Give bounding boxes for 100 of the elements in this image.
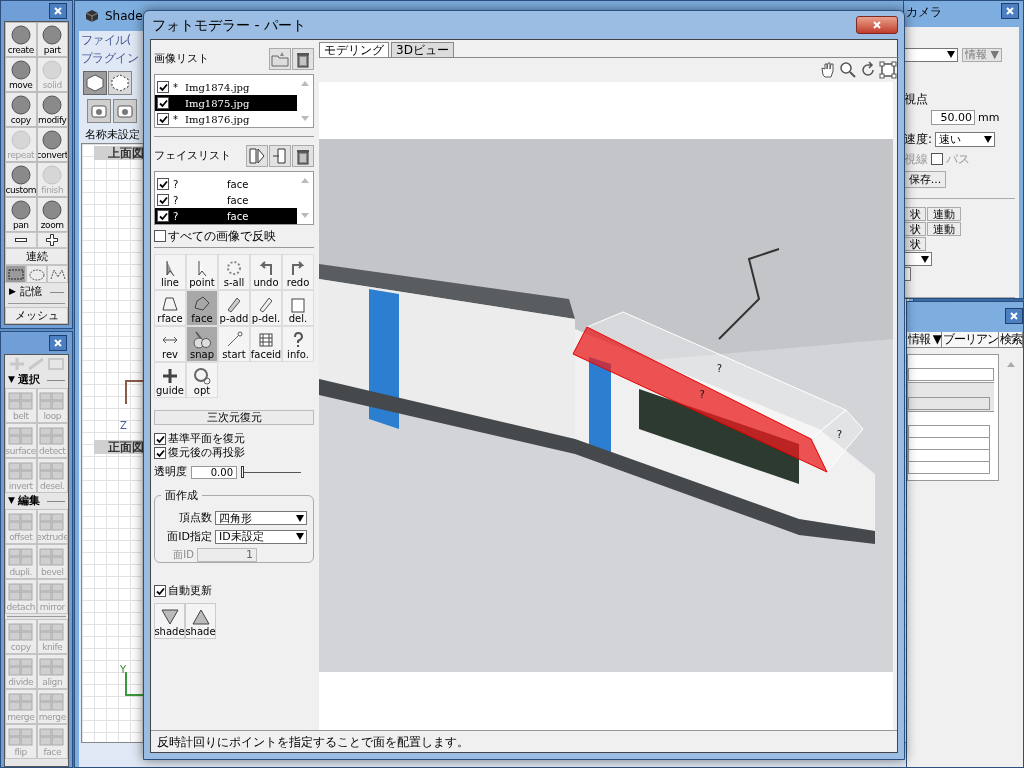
section-label: 選択 (17, 371, 40, 388)
opacity-field[interactable]: 0.00 (191, 465, 237, 479)
list-row[interactable]: ? face (155, 176, 297, 192)
flip-face-button[interactable] (269, 145, 291, 167)
list-row[interactable]: ? face (155, 208, 297, 224)
rotate-icon[interactable] (859, 61, 877, 79)
continuous-button[interactable]: 連続 (5, 248, 68, 265)
collapse-arrow[interactable]: ▼ (8, 494, 15, 508)
window-title: Shade (105, 8, 143, 25)
tool-button[interactable]: snap (186, 326, 218, 362)
dropdown[interactable] (904, 47, 958, 62)
camera-tool-button[interactable] (113, 99, 137, 123)
tool-button[interactable]: faceid (250, 326, 282, 362)
close-button[interactable] (1001, 3, 1019, 19)
slider[interactable] (241, 466, 301, 478)
tool-button[interactable]: p-del. (250, 290, 282, 326)
checkbox[interactable] (157, 178, 169, 190)
tool-button[interactable]: opt (186, 362, 218, 398)
save-button[interactable]: 保存... (904, 171, 946, 188)
dropdown[interactable]: 四角形 (215, 511, 307, 526)
close-button[interactable] (49, 3, 67, 19)
list-row[interactable]: ? face (155, 192, 297, 208)
checkbox[interactable] (931, 153, 943, 165)
mesh-button[interactable]: メッシュ (5, 307, 68, 324)
checkbox[interactable] (157, 113, 169, 125)
shade-button[interactable]: shade (154, 603, 185, 639)
tool-button[interactable]: guide (154, 362, 186, 398)
tool-button[interactable]: create (5, 22, 37, 57)
camera-tool-button[interactable] (87, 99, 111, 123)
checkbox[interactable] (157, 210, 169, 222)
wireframe-tool-button[interactable] (108, 71, 132, 95)
tool-button[interactable]: redo (282, 254, 314, 290)
checkbox[interactable] (154, 585, 166, 597)
close-button[interactable] (1005, 308, 1023, 324)
shape-button[interactable]: 状 (904, 222, 926, 236)
frame-icon[interactable] (879, 61, 897, 79)
hand-icon[interactable] (819, 61, 837, 79)
distance-field[interactable]: 50.00 (931, 110, 975, 126)
dropdown[interactable] (904, 252, 932, 266)
tool-button[interactable]: undo (250, 254, 282, 290)
link-button[interactable]: 連動 (927, 222, 961, 236)
tab[interactable]: ブーリアン (942, 332, 1000, 347)
tool-button[interactable]: convert (36, 127, 68, 162)
checkbox[interactable] (154, 230, 166, 242)
tool-button[interactable]: custom (5, 162, 37, 197)
collapse-arrow[interactable]: ▼ (8, 373, 15, 387)
tool-button[interactable]: part (36, 22, 68, 57)
tool-button[interactable]: modify (36, 92, 68, 127)
reconstruct-button[interactable]: 三次元復元 (154, 410, 314, 425)
checkbox[interactable] (154, 447, 166, 459)
tab[interactable]: モデリング (319, 42, 389, 57)
tool-button[interactable]: pan (5, 197, 37, 232)
tool-button[interactable]: p-add (218, 290, 250, 326)
unit-label: mm (978, 109, 1000, 126)
select-mode-button[interactable] (47, 265, 68, 283)
tool-button[interactable]: copy (5, 92, 37, 127)
close-icon (873, 21, 881, 29)
link-button[interactable]: 連動 (927, 207, 961, 221)
dropdown[interactable]: ID未設定 (215, 529, 307, 544)
plus-button[interactable] (36, 232, 68, 248)
menu-item[interactable]: プラグイン (81, 49, 138, 67)
tab[interactable]: 情報 ▼ (907, 332, 943, 347)
tool-button[interactable]: line (154, 254, 186, 290)
checkbox[interactable] (157, 97, 169, 109)
tab[interactable]: 3Dビュー (391, 42, 454, 57)
shade-button[interactable]: shade (185, 603, 216, 639)
info-button[interactable]: 情報 ▼ (962, 47, 1002, 62)
tool-button[interactable]: move (5, 57, 37, 92)
list-row[interactable]: * Img1876.jpg (155, 111, 297, 127)
select-mode-button[interactable] (5, 265, 26, 283)
expand-arrow[interactable]: ▶ (9, 285, 16, 299)
checkbox[interactable] (157, 81, 169, 93)
split-face-button[interactable] (246, 145, 268, 167)
checkbox[interactable] (157, 194, 169, 206)
close-button[interactable] (49, 335, 67, 351)
tool-button[interactable]: point (186, 254, 218, 290)
dropdown[interactable]: 速い (935, 131, 996, 147)
list-row[interactable]: Img1875.jpg (155, 95, 297, 111)
tool-button[interactable]: start (218, 326, 250, 362)
delete-button[interactable] (292, 145, 314, 167)
tool-button[interactable]: info. (282, 326, 314, 362)
cube-tool-button[interactable] (83, 71, 107, 95)
close-button[interactable] (856, 16, 898, 34)
tool-button[interactable]: s-all (218, 254, 250, 290)
tool-button[interactable]: face (186, 290, 218, 326)
checkbox[interactable] (154, 433, 166, 445)
tool-button[interactable]: rface (154, 290, 186, 326)
shape-button[interactable]: 状 (904, 207, 926, 221)
slider-thumb[interactable] (241, 466, 244, 478)
tab[interactable]: 検索 (999, 332, 1024, 347)
shape-button[interactable]: 状 (904, 237, 926, 251)
tool-button[interactable]: zoom (36, 197, 68, 232)
list-row[interactable]: * Img1874.jpg (155, 79, 297, 95)
tool-button[interactable]: rev (154, 326, 186, 362)
menu-item[interactable]: ファイル( (81, 31, 131, 49)
tool-button[interactable]: del. (282, 290, 314, 326)
minus-button[interactable] (5, 232, 37, 248)
face-polygon[interactable] (572, 326, 828, 473)
delete-button[interactable] (292, 48, 314, 70)
search-icon[interactable] (839, 61, 857, 79)
